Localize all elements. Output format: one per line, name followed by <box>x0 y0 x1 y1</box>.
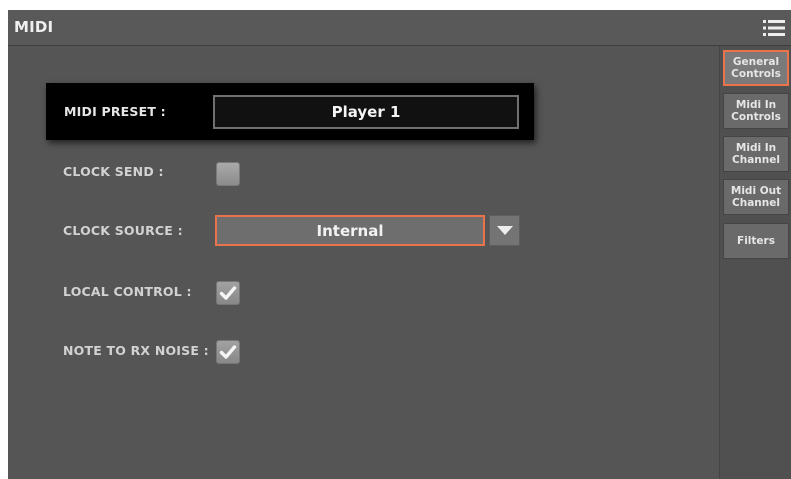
chevron-down-icon <box>497 226 513 235</box>
note-to-rx-noise-checkbox[interactable] <box>216 340 240 364</box>
clock-send-label: CLOCK SEND : <box>63 164 164 179</box>
tab-midi-in-controls[interactable]: Midi In Controls <box>723 93 789 129</box>
tab-midi-in-channel[interactable]: Midi In Channel <box>723 136 789 172</box>
clock-source-select[interactable]: Internal <box>215 215 485 246</box>
midi-preset-panel: MIDI PRESET : Player 1 <box>46 83 534 140</box>
tab-midi-out-channel[interactable]: Midi Out Channel <box>723 179 789 215</box>
clock-send-checkbox[interactable] <box>216 162 240 186</box>
local-control-label: LOCAL CONTROL : <box>63 284 192 299</box>
side-tab-bar: General Controls Midi In Controls Midi I… <box>719 46 791 479</box>
title-bar: MIDI <box>8 10 791 46</box>
checkmark-icon <box>219 345 237 359</box>
menu-list-icon[interactable] <box>763 19 785 37</box>
clock-source-dropdown-button[interactable] <box>489 215 520 246</box>
tab-general-controls[interactable]: General Controls <box>723 50 789 86</box>
clock-source-label: CLOCK SOURCE : <box>63 223 183 238</box>
midi-preset-label: MIDI PRESET : <box>64 104 166 119</box>
checkmark-icon <box>219 286 237 300</box>
tab-filters[interactable]: Filters <box>723 223 789 259</box>
note-to-rx-noise-label: NOTE TO RX NOISE : <box>63 343 209 358</box>
midi-preset-field[interactable]: Player 1 <box>213 95 519 129</box>
local-control-checkbox[interactable] <box>216 281 240 305</box>
page-title: MIDI <box>14 18 54 36</box>
midi-screen: MIDI MIDI PRESET : Player 1 CLOCK SEND :… <box>8 10 791 479</box>
